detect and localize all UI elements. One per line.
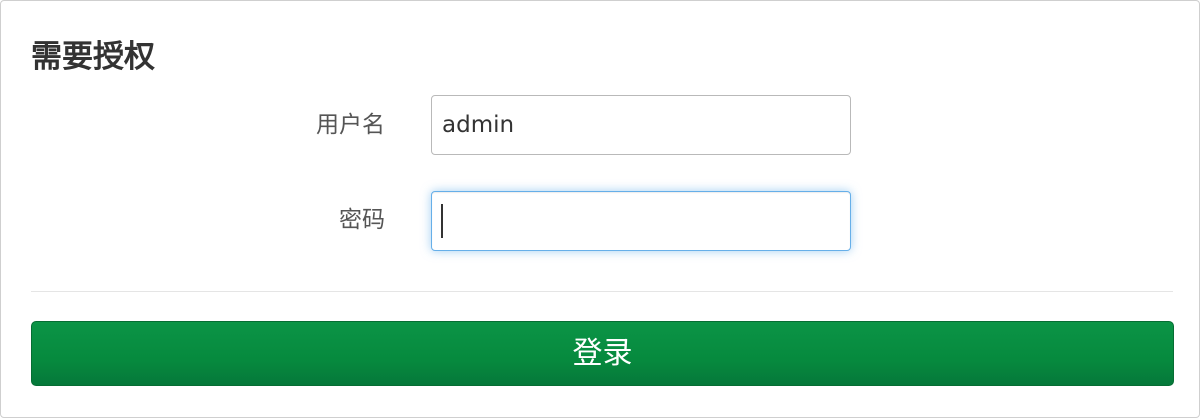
dialog-title: 需要授权 xyxy=(31,39,155,75)
username-input[interactable] xyxy=(431,95,851,155)
text-cursor xyxy=(441,204,443,238)
username-label: 用户名 xyxy=(316,112,385,138)
auth-dialog: 需要授权 用户名 密码 登录 xyxy=(0,0,1200,418)
password-label: 密码 xyxy=(339,207,385,233)
form-divider xyxy=(31,291,1173,292)
password-input[interactable] xyxy=(431,191,851,251)
login-button[interactable]: 登录 xyxy=(31,321,1174,386)
